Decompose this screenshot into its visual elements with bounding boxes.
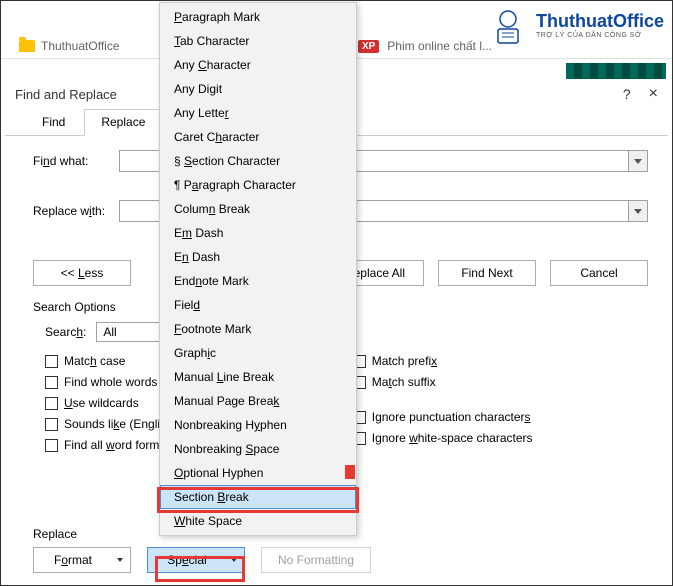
check-ignore-punct[interactable]: Ignore punctuation characters	[372, 410, 531, 424]
find-next-button[interactable]: Find Next	[438, 260, 536, 286]
menu-item-white-space[interactable]: White Space	[160, 509, 356, 533]
search-direction-label: Search:	[45, 325, 86, 339]
menu-item-tab-character[interactable]: Tab Character	[160, 29, 356, 53]
menu-item-column-break[interactable]: Column Break	[160, 197, 356, 221]
format-button[interactable]: Format	[33, 547, 131, 573]
find-what-label: Find what:	[33, 154, 111, 168]
check-ignore-whitespace[interactable]: Ignore white-space characters	[372, 431, 533, 445]
no-formatting-button: No Formatting	[261, 547, 371, 573]
menu-item-optional-hyphen[interactable]: Optional Hyphen	[160, 461, 356, 485]
menu-item-manual-page-break[interactable]: Manual Page Break	[160, 389, 356, 413]
special-button[interactable]: Special	[147, 547, 245, 573]
tab-phim[interactable]: Phim online chất l...	[387, 39, 492, 53]
menu-item-section-character[interactable]: § Section Character	[160, 149, 356, 173]
checks-left-column: Match case Find whole words Use wildcard…	[45, 354, 173, 452]
dialog-title: Find and Replace	[15, 87, 117, 102]
menu-item-any-character[interactable]: Any Character	[160, 53, 356, 77]
menu-item-caret-character[interactable]: Caret Character	[160, 125, 356, 149]
checkbox[interactable]	[45, 376, 58, 389]
menu-item-any-letter[interactable]: Any Letter	[160, 101, 356, 125]
menu-item-paragraph-character[interactable]: ¶ Paragraph Character	[160, 173, 356, 197]
menu-item-graphic[interactable]: Graphic	[160, 341, 356, 365]
less-button[interactable]: << Less	[33, 260, 131, 286]
help-button[interactable]: ?	[623, 86, 631, 102]
menu-item-nonbreaking-space[interactable]: Nonbreaking Space	[160, 437, 356, 461]
logo-text: ThuthuatOffice	[536, 11, 664, 32]
checkbox[interactable]	[45, 439, 58, 452]
menu-item-en-dash[interactable]: En Dash	[160, 245, 356, 269]
check-whole-words[interactable]: Find whole words	[64, 375, 157, 389]
decorative-strip	[566, 63, 666, 79]
tab-label: ThuthuatOffice	[41, 39, 120, 53]
cancel-button[interactable]: Cancel	[550, 260, 648, 286]
tab-replace[interactable]: Replace	[84, 109, 162, 136]
logo-tagline: TRỢ LÝ CỦA DÂN CÔNG SỞ	[536, 32, 664, 39]
check-word-forms[interactable]: Find all word forma	[64, 438, 166, 452]
close-icon[interactable]: ×	[649, 85, 658, 103]
menu-item-endnote-mark[interactable]: Endnote Mark	[160, 269, 356, 293]
tab-find[interactable]: Find	[25, 109, 82, 135]
browser-tab[interactable]: ThuthuatOffice	[19, 39, 120, 53]
checkbox[interactable]	[45, 397, 58, 410]
annotation-marker	[345, 465, 355, 479]
xp-badge-icon: XP	[358, 40, 379, 53]
site-logo: ThuthuatOffice TRỢ LÝ CỦA DÂN CÔNG SỞ	[486, 3, 664, 47]
folder-icon	[19, 40, 35, 52]
menu-item-nonbreaking-hyphen[interactable]: Nonbreaking Hyphen	[160, 413, 356, 437]
check-match-prefix[interactable]: Match prefix	[372, 354, 437, 368]
logo-mascot-icon	[486, 3, 530, 47]
menu-item-footnote-mark[interactable]: Footnote Mark	[160, 317, 356, 341]
check-match-suffix[interactable]: Match suffix	[372, 375, 436, 389]
menu-item-em-dash[interactable]: Em Dash	[160, 221, 356, 245]
checkbox[interactable]	[45, 418, 58, 431]
special-menu: Paragraph Mark Tab Character Any Charact…	[159, 2, 357, 536]
menu-item-manual-line-break[interactable]: Manual Line Break	[160, 365, 356, 389]
menu-item-section-break[interactable]: Section Break	[160, 485, 356, 509]
checkbox[interactable]	[45, 355, 58, 368]
menu-item-any-digit[interactable]: Any Digit	[160, 77, 356, 101]
check-wildcards[interactable]: Use wildcards	[64, 396, 139, 410]
check-sounds-like[interactable]: Sounds like (English	[64, 417, 173, 431]
menu-item-paragraph-mark[interactable]: Paragraph Mark	[160, 5, 356, 29]
replace-with-label: Replace with:	[33, 204, 111, 218]
check-match-case[interactable]: Match case	[64, 354, 125, 368]
menu-item-field[interactable]: Field	[160, 293, 356, 317]
